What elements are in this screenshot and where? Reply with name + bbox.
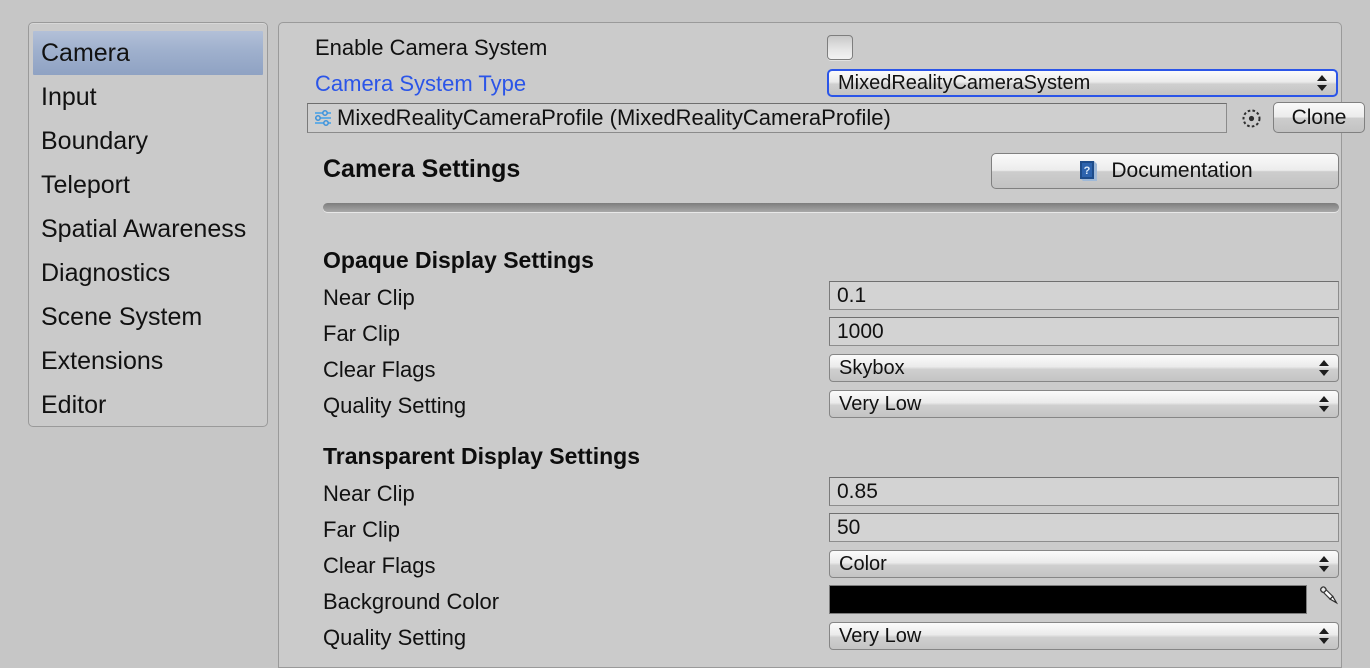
sidebar-item-camera[interactable]: Camera <box>33 31 263 75</box>
enable-camera-system-label: Enable Camera System <box>315 35 548 60</box>
transparent-quality-setting-label: Quality Setting <box>323 625 467 650</box>
enable-camera-system-checkbox[interactable] <box>827 35 853 60</box>
chevron-updown-icon <box>1319 395 1329 413</box>
section-title: Camera Settings <box>323 155 521 183</box>
sidebar-item-label: Camera <box>41 39 130 67</box>
camera-settings-panel: Enable Camera System Camera System Type … <box>278 22 1365 668</box>
transparent-clear-flags-value: Color <box>839 553 887 575</box>
opaque-far-clip-label: Far Clip <box>323 321 401 346</box>
opaque-quality-setting-value: Very Low <box>839 393 922 415</box>
chevron-updown-icon <box>1319 359 1329 377</box>
opaque-far-clip-value: 1000 <box>837 320 884 343</box>
transparent-clear-flags-dropdown[interactable]: Color <box>829 550 1339 578</box>
opaque-near-clip-label: Near Clip <box>323 285 415 310</box>
transparent-quality-setting-value: Very Low <box>839 625 922 647</box>
transparent-far-clip-value: 50 <box>837 516 861 539</box>
sidebar-item-label: Input <box>41 83 97 111</box>
sidebar-item-label: Teleport <box>41 171 130 199</box>
opaque-clear-flags-dropdown[interactable]: Skybox <box>829 354 1339 382</box>
sidebar-item-extensions[interactable]: Extensions <box>29 339 267 383</box>
sidebar-item-spatial-awareness[interactable]: Spatial Awareness <box>29 207 267 251</box>
sidebar-item-label: Extensions <box>41 347 164 375</box>
sidebar-item-boundary[interactable]: Boundary <box>29 119 267 163</box>
camera-system-type-value: MixedRealityCameraSystem <box>838 72 1091 94</box>
camera-system-type-dropdown[interactable]: MixedRealityCameraSystem <box>827 69 1338 97</box>
sidebar-item-label: Diagnostics <box>41 259 171 287</box>
transparent-quality-setting-dropdown[interactable]: Very Low <box>829 622 1339 650</box>
sidebar-item-label: Scene System <box>41 303 203 331</box>
camera-profile-object-field[interactable]: MixedRealityCameraProfile (MixedRealityC… <box>307 103 1227 133</box>
scriptable-object-sliders-icon <box>313 108 333 128</box>
sidebar-item-label: Spatial Awareness <box>41 215 247 243</box>
circle-select-icon[interactable] <box>1241 108 1262 129</box>
sidebar-item-diagnostics[interactable]: Diagnostics <box>29 251 267 295</box>
opaque-far-clip-input[interactable]: 1000 <box>829 317 1339 346</box>
documentation-button[interactable]: ? Documentation <box>991 153 1339 189</box>
sidebar-item-input[interactable]: Input <box>29 75 267 119</box>
opaque-quality-setting-dropdown[interactable]: Very Low <box>829 390 1339 418</box>
transparent-clear-flags-label: Clear Flags <box>323 553 436 578</box>
opaque-quality-setting-label: Quality Setting <box>323 393 467 418</box>
chevron-updown-icon <box>1319 555 1329 573</box>
settings-category-sidebar: Camera Input Boundary Teleport Spatial A… <box>28 22 268 427</box>
chevron-updown-icon <box>1319 627 1329 645</box>
chevron-updown-icon <box>1317 74 1327 92</box>
help-book-icon: ? <box>1077 159 1099 183</box>
camera-profile-value: MixedRealityCameraProfile (MixedRealityC… <box>337 105 891 130</box>
section-separator <box>323 203 1339 212</box>
documentation-button-label: Documentation <box>1111 159 1253 182</box>
transparent-far-clip-label: Far Clip <box>323 517 401 542</box>
sidebar-item-editor[interactable]: Editor <box>29 383 267 427</box>
background-color-swatch[interactable] <box>829 585 1307 614</box>
sidebar-item-teleport[interactable]: Teleport <box>29 163 267 207</box>
transparent-near-clip-input[interactable]: 0.85 <box>829 477 1339 506</box>
opaque-clear-flags-label: Clear Flags <box>323 357 436 382</box>
transparent-section-title: Transparent Display Settings <box>323 443 640 469</box>
camera-system-type-label: Camera System Type <box>315 71 527 96</box>
transparent-near-clip-label: Near Clip <box>323 481 415 506</box>
background-color-label: Background Color <box>323 589 500 614</box>
clone-button-label: Clone <box>1291 105 1347 129</box>
sidebar-item-label: Boundary <box>41 127 149 155</box>
sidebar-item-scene-system[interactable]: Scene System <box>29 295 267 339</box>
opaque-near-clip-value: 0.1 <box>837 284 867 307</box>
clone-button[interactable]: Clone <box>1273 102 1365 133</box>
opaque-section-title: Opaque Display Settings <box>323 247 594 273</box>
sidebar-item-label: Editor <box>41 391 107 419</box>
opaque-near-clip-input[interactable]: 0.1 <box>829 281 1339 310</box>
eyedropper-icon[interactable] <box>1315 582 1343 610</box>
opaque-clear-flags-value: Skybox <box>839 357 905 379</box>
transparent-far-clip-input[interactable]: 50 <box>829 513 1339 542</box>
transparent-near-clip-value: 0.85 <box>837 480 878 503</box>
svg-text:?: ? <box>1084 165 1091 177</box>
